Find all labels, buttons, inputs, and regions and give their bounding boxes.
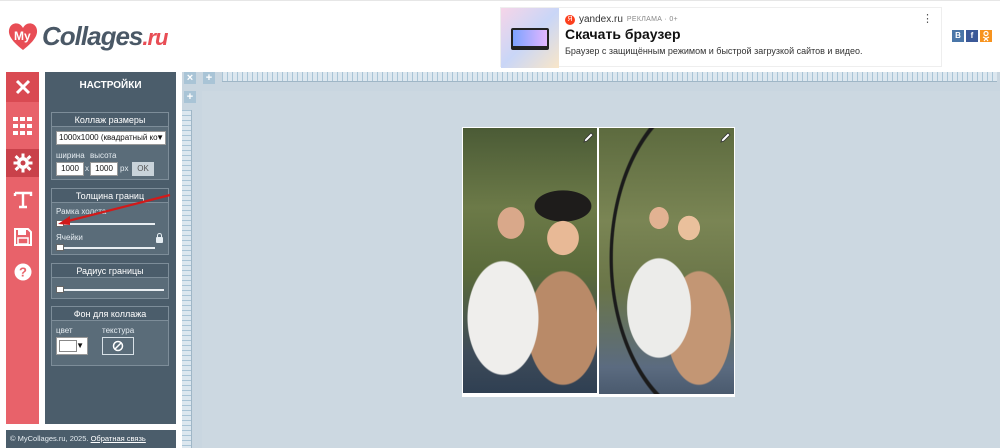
add-horizontal-guide-button[interactable]: + [184,91,196,103]
pencil-icon[interactable] [582,131,594,143]
panel-title: НАСТРОЙКИ [79,80,142,91]
settings-button[interactable] [6,149,39,177]
color-picker[interactable]: ▼ [56,337,88,355]
grid-icon [12,117,32,135]
social-buttons: В f [952,30,992,42]
vertical-ruler[interactable] [182,110,192,448]
chevron-down-icon: ▼ [76,341,84,350]
ad-title[interactable]: Скачать браузер [565,26,681,42]
save-button[interactable] [6,223,39,251]
height-input[interactable]: 1000 [90,162,118,176]
close-button[interactable] [6,72,39,102]
top-header: My Collages.ru Я yandex.ru РЕКЛАМА · 0+ … [0,0,1000,70]
cells-slider-thumb[interactable] [56,244,64,251]
width-input[interactable]: 1000 [56,162,84,176]
no-texture-icon [112,340,124,352]
footer: © MyCollages.ru, 2025. Обратная связь [6,430,176,448]
color-swatch [59,340,77,352]
odnoklassniki-icon [982,30,990,42]
facebook-button[interactable]: f [966,30,978,42]
more-icon[interactable]: ⋮ [922,12,933,25]
ruler-close-button[interactable]: × [184,72,196,84]
tool-sidebar: ? [6,72,39,424]
feedback-link[interactable]: Обратная связь [91,434,146,443]
help-button[interactable]: ? [6,258,39,286]
text-button[interactable] [6,186,39,214]
annotation-arrow [58,193,171,225]
ad-description: Браузер с защищённым режимом и быстрой з… [565,46,863,56]
unit-label: px [120,164,129,173]
radius-slider-track[interactable] [58,289,164,291]
cells-label: Ячейки [56,233,83,242]
chevron-down-icon: ▼ [156,133,164,142]
border-radius-box: Радиус границы [51,263,169,299]
size-x-label: x [85,164,89,173]
add-vertical-guide-button[interactable]: + [203,72,215,84]
horizontal-ruler[interactable] [222,72,997,82]
lock-icon[interactable] [156,233,163,243]
texture-button[interactable] [102,337,134,355]
close-icon [15,79,30,95]
logo-my-text: My [14,29,31,43]
ad-source: Я yandex.ru РЕКЛАМА · 0+ [565,14,678,25]
text-icon [13,191,32,209]
collage-cell-1[interactable] [463,128,597,393]
heart-logo-icon: My [6,19,40,53]
background-title: Фон для коллажа [52,307,168,321]
cells-slider-track[interactable] [58,247,155,249]
width-label: ширина [56,151,85,160]
settings-panel: НАСТРОЙКИ Коллаж размеры 1000x1000 (квад… [45,72,176,424]
radius-slider-thumb[interactable] [56,286,64,293]
collage-canvas[interactable] [462,127,735,397]
odnoklassniki-button[interactable] [980,30,992,42]
collage-size-title: Коллаж размеры [52,113,168,127]
save-icon [13,228,32,246]
logo-text: Collages.ru [42,20,169,51]
yandex-icon: Я [565,14,575,25]
help-icon: ? [14,263,31,281]
ad-banner[interactable]: Я yandex.ru РЕКЛАМА · 0+ Скачать браузер… [500,7,942,68]
collage-size-box: Коллаж размеры 1000x1000 (квадратный ко ▼… [51,112,169,180]
border-radius-title: Радиус границы [52,264,168,278]
layouts-button[interactable] [6,112,39,140]
collage-size-select[interactable]: 1000x1000 (квадратный ко ▼ [56,131,166,145]
texture-label: текстура [102,326,135,335]
ok-button[interactable]: OK [132,162,154,176]
ad-image [501,8,559,68]
svg-text:?: ? [19,265,27,280]
color-label: цвет [56,326,73,335]
height-label: высота [90,151,117,160]
background-box: Фон для коллажа цвет текстура ▼ [51,306,169,366]
pencil-icon[interactable] [719,131,731,143]
vk-button[interactable]: В [952,30,964,42]
gear-icon [13,153,32,173]
site-logo[interactable]: My Collages.ru [6,19,169,53]
collage-cell-2[interactable] [599,128,734,394]
